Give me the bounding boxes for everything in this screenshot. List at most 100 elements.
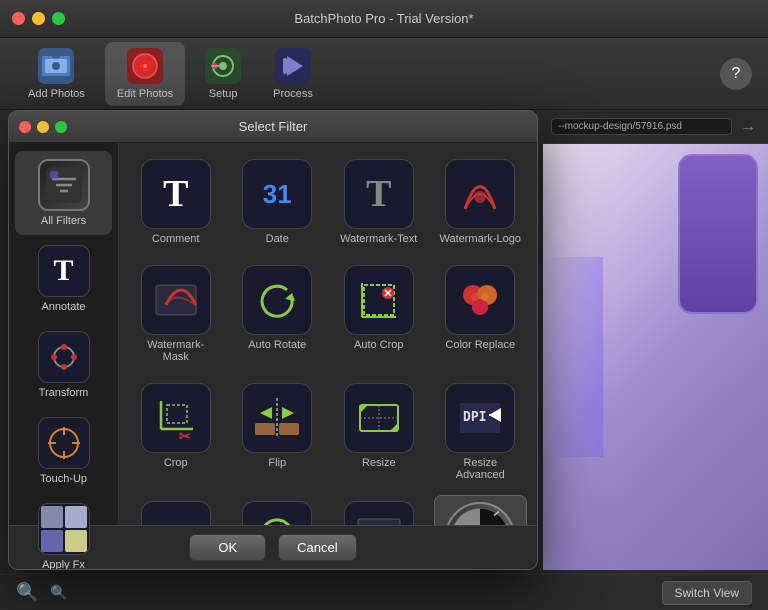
minimize-button[interactable] xyxy=(32,12,45,25)
sidebar-item-apply-fx[interactable]: Apply Fx xyxy=(15,495,112,570)
color-replace-filter-icon xyxy=(445,265,515,335)
add-photos-icon xyxy=(38,48,74,84)
file-path: --mockup-design/57916.psd xyxy=(551,118,732,135)
filter-item-watermark-mask[interactable]: Watermark-Mask xyxy=(129,259,223,369)
statusbar: 🔍 🔍 Switch View xyxy=(0,574,768,610)
filter-sidebar: All Filters T Annotate Transform xyxy=(9,143,119,525)
crop-filter-icon: ✂ xyxy=(141,383,211,453)
toolbar-setup[interactable]: Setup xyxy=(193,42,253,106)
auto-rotate-filter-icon xyxy=(242,265,312,335)
preview-background xyxy=(543,144,768,570)
toolbar-edit-photos[interactable]: Edit Photos xyxy=(105,42,185,106)
sidebar-item-transform[interactable]: Transform xyxy=(15,323,112,407)
watermark-logo-filter-icon xyxy=(445,159,515,229)
filter-item-resize-advanced[interactable]: DPI Resize Advanced xyxy=(434,377,528,487)
panel-header: --mockup-design/57916.psd → xyxy=(543,110,768,144)
sidebar-all-filters-label: All Filters xyxy=(41,215,86,227)
filter-item-watermark-text[interactable]: T Watermark-Text xyxy=(332,153,426,251)
zoom-in-button[interactable]: 🔍 xyxy=(50,584,67,601)
sidebar-transform-label: Transform xyxy=(39,387,89,399)
all-filters-icon xyxy=(38,159,90,211)
setup-label: Setup xyxy=(209,88,238,100)
nav-arrow-icon[interactable]: → xyxy=(736,116,760,138)
toolbar-process[interactable]: Process xyxy=(261,42,325,106)
window-controls[interactable] xyxy=(12,12,65,25)
date-filter-icon: 31 xyxy=(242,159,312,229)
filter-item-auto-rotate[interactable]: Auto Rotate xyxy=(231,259,325,369)
modal-titlebar: Select Filter xyxy=(9,111,537,143)
apply-fx-icon xyxy=(38,503,90,555)
main-toolbar: Add Photos Edit Photos Setup xyxy=(0,38,768,110)
flip-filter-icon xyxy=(242,383,312,453)
flip-filter-name: Flip xyxy=(268,457,286,469)
setup-icon xyxy=(205,48,241,84)
auto-rotate-filter-name: Auto Rotate xyxy=(248,339,306,351)
toolbar-add-photos[interactable]: Add Photos xyxy=(16,42,97,106)
filter-item-auto-crop[interactable]: Auto Crop xyxy=(332,259,426,369)
sidebar-item-all-filters[interactable]: All Filters xyxy=(15,151,112,235)
filter-item-color-replace[interactable]: Color Replace xyxy=(434,259,528,369)
comment-filter-name: Comment xyxy=(152,233,200,245)
crop-filter-name: Crop xyxy=(164,457,188,469)
edit-photos-label: Edit Photos xyxy=(117,88,173,100)
roll-filter-icon xyxy=(141,501,211,525)
modal-body: All Filters T Annotate Transform xyxy=(9,143,537,525)
thumbnail-filter-icon xyxy=(344,501,414,525)
filter-item-watermark-logo[interactable]: Watermark-Logo xyxy=(434,153,528,251)
filter-item-date[interactable]: 31 Date xyxy=(231,153,325,251)
filter-grid-container[interactable]: T Comment 31 Date T Watermark-Text xyxy=(119,143,537,525)
process-icon xyxy=(275,48,311,84)
image-preview xyxy=(543,144,768,570)
svg-text:DPI: DPI xyxy=(463,410,486,425)
right-panel: --mockup-design/57916.psd → xyxy=(543,110,768,570)
modal-window-controls[interactable] xyxy=(19,121,67,133)
sidebar-annotate-label: Annotate xyxy=(41,301,85,313)
auto-contrast-filter-icon xyxy=(445,502,515,525)
watermark-mask-filter-icon xyxy=(141,265,211,335)
app-title: BatchPhoto Pro - Trial Version* xyxy=(294,11,473,26)
zoom-out-button[interactable]: 🔍 xyxy=(16,582,38,603)
modal-minimize-button[interactable] xyxy=(37,121,49,133)
maximize-button[interactable] xyxy=(52,12,65,25)
transform-icon xyxy=(38,331,90,383)
watermark-text-filter-icon: T xyxy=(344,159,414,229)
filter-grid: T Comment 31 Date T Watermark-Text xyxy=(129,153,527,525)
modal-maximize-button[interactable] xyxy=(55,121,67,133)
preview-phone xyxy=(678,154,758,314)
touch-up-icon xyxy=(38,417,90,469)
filter-item-comment[interactable]: T Comment xyxy=(129,153,223,251)
comment-filter-icon: T xyxy=(141,159,211,229)
auto-crop-filter-icon xyxy=(344,265,414,335)
auto-crop-filter-name: Auto Crop xyxy=(354,339,404,351)
filter-item-rotate[interactable]: Rotate xyxy=(231,495,325,525)
modal-close-button[interactable] xyxy=(19,121,31,133)
ok-button[interactable]: OK xyxy=(189,534,266,561)
switch-view-button[interactable]: Switch View xyxy=(662,581,752,605)
annotate-icon: T xyxy=(38,245,90,297)
sidebar-item-annotate[interactable]: T Annotate xyxy=(15,237,112,321)
filter-item-auto-contrast[interactable]: Auto Contrast xyxy=(434,495,528,525)
filter-item-roll[interactable]: Roll xyxy=(129,495,223,525)
filter-item-resize[interactable]: Resize xyxy=(332,377,426,487)
filter-item-thumbnail[interactable]: Thumbnail xyxy=(332,495,426,525)
filter-item-flip[interactable]: Flip xyxy=(231,377,325,487)
titlebar: BatchPhoto Pro - Trial Version* xyxy=(0,0,768,38)
select-filter-modal: Select Filter All Filters T Annot xyxy=(8,110,538,570)
close-button[interactable] xyxy=(12,12,25,25)
watermark-logo-filter-name: Watermark-Logo xyxy=(440,233,522,245)
color-replace-filter-name: Color Replace xyxy=(445,339,515,351)
cancel-button[interactable]: Cancel xyxy=(278,534,356,561)
rotate-filter-icon xyxy=(242,501,312,525)
edit-photos-icon xyxy=(127,48,163,84)
modal-title: Select Filter xyxy=(239,119,308,134)
filter-item-crop[interactable]: ✂ Crop xyxy=(129,377,223,487)
preview-glow xyxy=(543,257,603,457)
resize-advanced-filter-icon: DPI xyxy=(445,383,515,453)
help-button[interactable]: ? xyxy=(720,58,752,90)
add-photos-label: Add Photos xyxy=(28,88,85,100)
resize-filter-name: Resize xyxy=(362,457,396,469)
svg-text:✂: ✂ xyxy=(179,428,191,443)
watermark-mask-filter-name: Watermark-Mask xyxy=(135,339,217,363)
sidebar-item-touch-up[interactable]: Touch-Up xyxy=(15,409,112,493)
watermark-text-filter-name: Watermark-Text xyxy=(340,233,417,245)
